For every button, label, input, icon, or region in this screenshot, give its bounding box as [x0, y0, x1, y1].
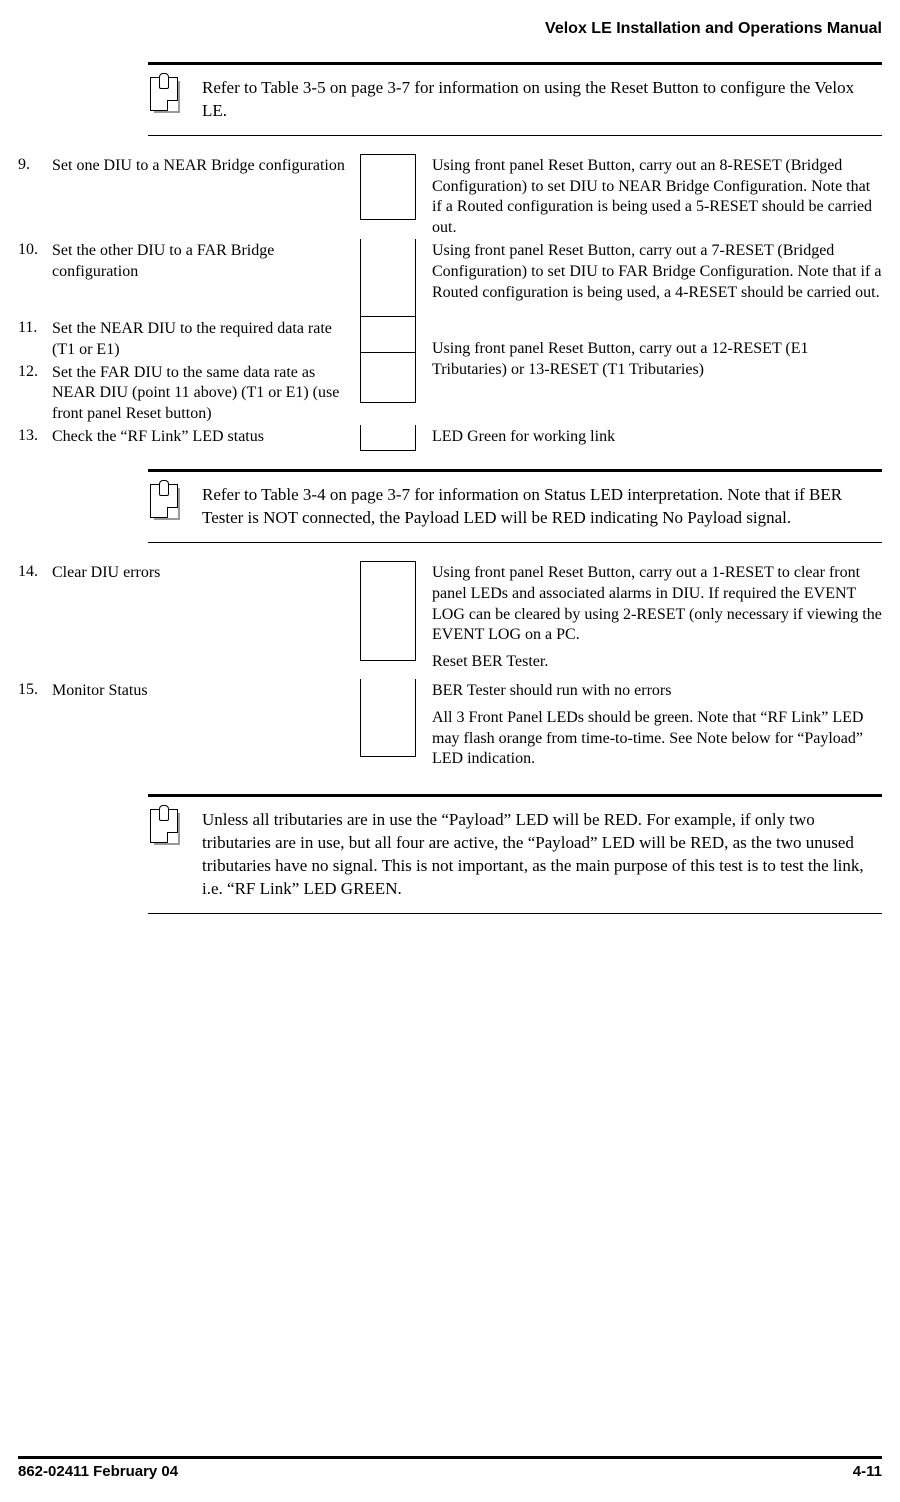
step-result: Using front panel Reset Button, carry ou…: [416, 239, 882, 317]
note-text-2: Refer to Table 3-4 on page 3-7 for infor…: [202, 484, 882, 530]
checkbox-cell: [360, 679, 416, 757]
step-number: 10.: [18, 239, 52, 317]
step-text: Set the NEAR DIU to the required data ra…: [52, 317, 360, 361]
note-icon: [148, 809, 182, 847]
step-row-9: 9. Set one DIU to a NEAR Bridge configur…: [18, 154, 882, 239]
step-number: 11.: [18, 317, 52, 361]
steps-group-a: 9. Set one DIU to a NEAR Bridge configur…: [18, 154, 882, 451]
step-text: Check the “RF Link” LED status: [52, 425, 360, 451]
note-block-2: Refer to Table 3-4 on page 3-7 for infor…: [148, 469, 882, 543]
note-block-3: Unless all tributaries are in use the “P…: [148, 794, 882, 914]
note-text-1: Refer to Table 3-5 on page 3-7 for infor…: [202, 77, 882, 123]
footer-page-number: 4-11: [853, 1463, 882, 1480]
steps-group-b: 14. Clear DIU errors Using front panel R…: [18, 561, 882, 776]
step-row-10: 10. Set the other DIU to a FAR Bridge co…: [18, 239, 882, 317]
step-result-line: BER Tester should run with no errors: [432, 681, 882, 702]
step-result-line: All 3 Front Panel LEDs should be green. …: [432, 708, 882, 770]
step-row-11-12: 11. Set the NEAR DIU to the required dat…: [18, 317, 882, 425]
step-text: Clear DIU errors: [52, 561, 360, 679]
step-result-line: Reset BER Tester.: [432, 652, 882, 673]
step-row-13: 13. Check the “RF Link” LED status LED G…: [18, 425, 882, 451]
checkbox-cell: [360, 561, 416, 661]
note-block-1: Refer to Table 3-5 on page 3-7 for infor…: [148, 62, 882, 136]
step-number: 14.: [18, 561, 52, 679]
step-result-line: Using front panel Reset Button, carry ou…: [432, 563, 882, 646]
step-result: LED Green for working link: [416, 425, 882, 451]
note-text-3: Unless all tributaries are in use the “P…: [202, 809, 882, 901]
step-number: 13.: [18, 425, 52, 451]
step-number: 9.: [18, 154, 52, 239]
step-result: BER Tester should run with no errors All…: [416, 679, 882, 776]
step-result: Using front panel Reset Button, carry ou…: [416, 154, 882, 239]
step-result: Using front panel Reset Button, carry ou…: [416, 561, 882, 679]
note-icon: [148, 77, 182, 115]
step-text: Monitor Status: [52, 679, 360, 776]
note-icon: [148, 484, 182, 522]
step-number: 12.: [18, 361, 52, 425]
step-text: Set the FAR DIU to the same data rate as…: [52, 361, 360, 425]
step-row-15: 15. Monitor Status BER Tester should run…: [18, 679, 882, 776]
checkbox-cell: [360, 353, 416, 403]
checkbox-cell: [360, 239, 416, 317]
checkbox-cell: [360, 154, 416, 220]
step-text: Set the other DIU to a FAR Bridge config…: [52, 239, 360, 317]
checkbox-cell: [360, 425, 416, 451]
step-number: 15.: [18, 679, 52, 776]
step-text: Set one DIU to a NEAR Bridge configurati…: [52, 154, 360, 239]
page-footer: 862-02411 February 04 4-11: [18, 1456, 882, 1480]
step-result-shared: Using front panel Reset Button, carry ou…: [416, 317, 882, 425]
checkbox-cell: [360, 317, 416, 353]
footer-doc-id: 862-02411 February 04: [18, 1463, 178, 1480]
step-row-14: 14. Clear DIU errors Using front panel R…: [18, 561, 882, 679]
page-header-title: Velox LE Installation and Operations Man…: [18, 20, 882, 38]
